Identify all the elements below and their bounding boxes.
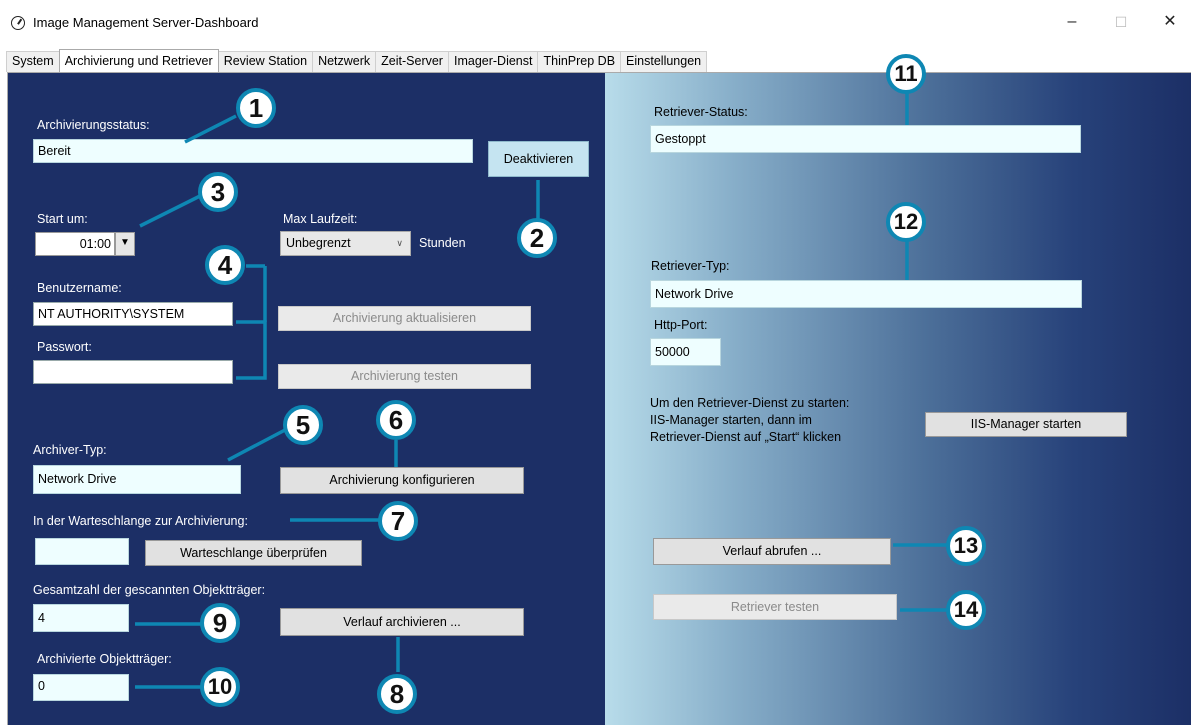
password-label: Passwort: (37, 340, 92, 354)
archived-slides-label: Archivierte Objektträger: (37, 652, 172, 666)
callout-1: 1 (236, 88, 276, 128)
username-field[interactable]: NT AUTHORITY\SYSTEM (33, 302, 233, 326)
instructions-line-2: IIS-Manager starten, dann im (650, 413, 812, 427)
maximize-button[interactable]: ☐ (1111, 12, 1131, 32)
retriever-status-label: Retriever-Status: (654, 105, 748, 119)
callout-12: 12 (886, 202, 926, 242)
minimize-button[interactable]: – (1062, 12, 1082, 32)
http-port-field[interactable]: 50000 (650, 338, 721, 366)
max-runtime-value: Unbegrenzt (286, 236, 351, 250)
configure-archive-button[interactable]: Archivierung konfigurieren (280, 467, 524, 494)
archive-status-field: Bereit (33, 139, 473, 163)
archive-status-label: Archivierungsstatus: (37, 118, 150, 132)
update-archive-button[interactable]: Archivierung aktualisieren (278, 306, 531, 331)
http-port-label: Http-Port: (654, 318, 708, 332)
retriever-type-label: Retriever-Typ: (651, 259, 730, 273)
queue-count-field (35, 538, 129, 565)
start-time-dropdown-icon[interactable]: ▼ (115, 232, 135, 256)
total-scanned-label: Gesamtzahl der gescannten Objektträger: (33, 583, 266, 597)
retrieve-history-button[interactable]: Verlauf abrufen ... (653, 538, 891, 565)
callout-2: 2 (517, 218, 557, 258)
close-button[interactable]: ✕ (1160, 12, 1180, 32)
app-clock-icon (11, 16, 25, 30)
start-time-input[interactable]: 01:00 (35, 232, 115, 256)
callout-7: 7 (378, 501, 418, 541)
start-time-label: Start um: (37, 212, 88, 226)
archive-history-button[interactable]: Verlauf archivieren ... (280, 608, 524, 636)
archived-slides-field: 0 (33, 674, 129, 701)
username-label: Benutzername: (37, 281, 122, 295)
max-runtime-label: Max Laufzeit: (283, 212, 358, 226)
start-iis-manager-button[interactable]: IIS-Manager starten (925, 412, 1127, 437)
callout-11: 11 (886, 54, 926, 94)
tab-strip: System Archivierung und Retriever Review… (6, 49, 708, 72)
total-scanned-field: 4 (33, 604, 129, 632)
callout-5: 5 (283, 405, 323, 445)
archiver-type-label: Archiver-Typ: (33, 443, 107, 457)
callout-3: 3 (198, 172, 238, 212)
window-title: Image Management Server-Dashboard (33, 15, 259, 30)
tab-zeit-server[interactable]: Zeit-Server (375, 51, 449, 72)
retriever-status-field: Gestoppt (650, 125, 1081, 153)
callout-10: 10 (200, 667, 240, 707)
retriever-type-field: Network Drive (650, 280, 1082, 308)
hours-label: Stunden (419, 236, 466, 250)
tab-imager-dienst[interactable]: Imager-Dienst (447, 51, 539, 72)
max-runtime-select[interactable]: Unbegrenzt ∨ (280, 231, 411, 256)
callout-14: 14 (946, 590, 986, 630)
tab-netzwerk[interactable]: Netzwerk (312, 51, 377, 72)
callout-13: 13 (946, 526, 986, 566)
tab-archivierung-und-retriever[interactable]: Archivierung und Retriever (58, 49, 219, 72)
callout-4: 4 (205, 245, 245, 285)
instructions-line-3: Retriever-Dienst auf „Start“ klicken (650, 430, 842, 444)
password-field[interactable] (33, 360, 233, 384)
tab-system[interactable]: System (6, 51, 60, 72)
deactivate-button[interactable]: Deaktivieren (488, 141, 589, 177)
chevron-down-icon: ∨ (396, 238, 403, 248)
check-queue-button[interactable]: Warteschlange überprüfen (145, 540, 362, 566)
instructions-line-1: Um den Retriever-Dienst zu starten: (650, 396, 850, 410)
callout-8: 8 (377, 674, 417, 714)
queue-label: In der Warteschlange zur Archivierung: (33, 514, 248, 528)
callout-6: 6 (376, 400, 416, 440)
title-bar: Image Management Server-Dashboard – ☐ ✕ (0, 0, 1193, 48)
tab-review-station[interactable]: Review Station (217, 51, 314, 72)
tab-thinprep-db[interactable]: ThinPrep DB (537, 51, 622, 72)
tab-einstellungen[interactable]: Einstellungen (620, 51, 708, 72)
archiver-type-field: Network Drive (33, 465, 241, 494)
test-retriever-button[interactable]: Retriever testen (653, 594, 897, 620)
callout-9: 9 (200, 603, 240, 643)
test-archive-button[interactable]: Archivierung testen (278, 364, 531, 389)
